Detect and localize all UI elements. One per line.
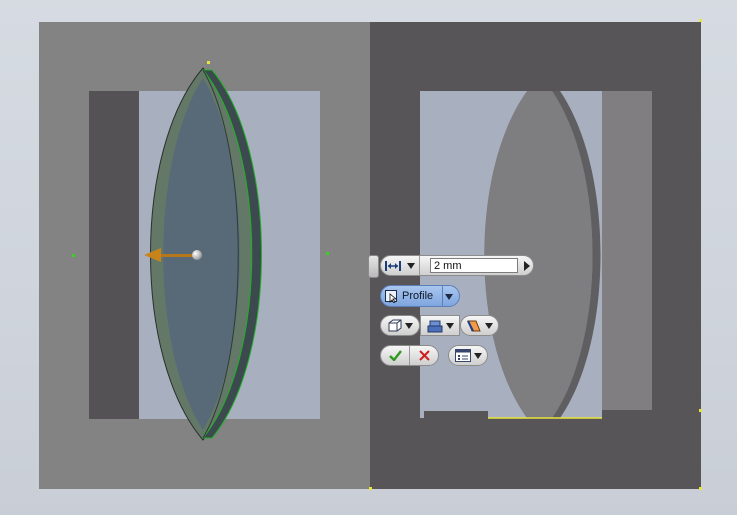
chevron-down-icon [445,322,454,329]
distance-dimension-icon [385,260,401,271]
extrude-direction-icon [427,320,442,332]
distance-input[interactable] [430,258,518,273]
distance-mode-dropdown[interactable] [381,256,420,275]
distance-control [380,255,534,276]
sketch-point[interactable] [326,252,329,255]
options-menu-icon [454,349,471,362]
cancel-x-icon [418,350,430,361]
ok-button[interactable] [381,346,409,365]
profile-select-icon [385,290,398,303]
checkmark-icon [388,350,402,361]
minitoolbar-grip[interactable] [368,255,379,278]
chevron-down-icon [404,322,413,329]
profile-label: Profile [402,290,434,302]
extrude-direction-arrowhead[interactable] [144,248,161,262]
profile-button[interactable]: Profile [380,285,460,307]
sketch-point[interactable] [699,487,702,490]
ok-cancel-group [380,345,439,366]
options-menu-button[interactable] [448,345,488,366]
cancel-button[interactable] [410,346,438,365]
sketch-point[interactable] [699,19,702,22]
chevron-down-icon[interactable] [445,294,453,300]
solid-output-icon [388,319,401,332]
sketch-point[interactable] [369,487,372,490]
sketch-point[interactable] [699,409,702,412]
boolean-operation-icon [467,320,481,331]
sketch-point[interactable] [207,61,210,64]
chevron-down-icon [407,262,415,269]
extrude-direction-handle[interactable] [192,250,202,260]
chevron-down-icon [473,352,482,359]
direction-dropdown[interactable] [420,315,460,336]
chevron-down-icon [485,322,493,329]
profile-split-divider [442,286,443,306]
output-dropdown[interactable] [380,315,420,336]
sketch-point[interactable] [72,254,75,257]
play-right-icon[interactable] [524,261,530,271]
boolean-dropdown[interactable] [460,315,499,336]
